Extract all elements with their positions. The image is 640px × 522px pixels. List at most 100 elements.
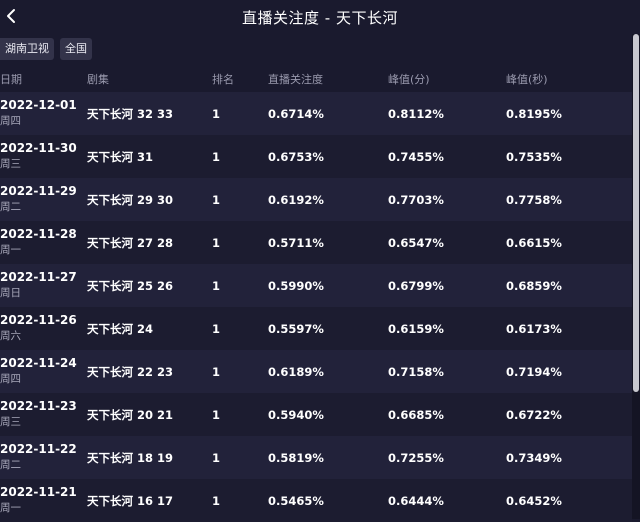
table-row[interactable]: 2022-11-22 周二 天下长河 18 19 1 0.5819% 0.7255… <box>0 436 632 479</box>
peak-minute-cell: 0.7255% <box>388 450 444 465</box>
attention-cell: 0.6189% <box>268 364 324 379</box>
weekday-text: 周日 <box>0 287 21 299</box>
date-text: 2022-11-26 <box>0 313 77 327</box>
date-text: 2022-11-22 <box>0 442 77 456</box>
chevron-left-icon <box>7 9 15 23</box>
date-text: 2022-11-23 <box>0 399 77 413</box>
weekday-text: 周二 <box>0 459 21 471</box>
date-cell: 2022-11-23 周三 <box>0 399 84 429</box>
attention-cell: 0.6753% <box>268 149 324 164</box>
rank-cell: 1 <box>212 278 221 293</box>
rank-cell: 1 <box>212 235 221 250</box>
date-cell: 2022-11-21 周一 <box>0 485 84 515</box>
peak-second-cell: 0.7535% <box>506 149 562 164</box>
weekday-text: 周三 <box>0 158 21 170</box>
date-text: 2022-11-29 <box>0 184 77 198</box>
back-button[interactable] <box>2 6 20 26</box>
show-cell: 天下长河 31 <box>87 149 154 164</box>
attention-cell: 0.5597% <box>268 321 324 336</box>
date-cell: 2022-11-27 周日 <box>0 270 84 300</box>
show-cell: 天下长河 20 21 <box>87 407 174 422</box>
rank-cell: 1 <box>212 106 221 121</box>
peak-second-cell: 0.7194% <box>506 364 562 379</box>
show-cell: 天下长河 25 26 <box>87 278 174 293</box>
table-row[interactable]: 2022-11-23 周三 天下长河 20 21 1 0.5940% 0.6685… <box>0 393 632 436</box>
header-bar: 直播关注度 - 天下长河 <box>0 0 640 34</box>
column-header-attention[interactable]: 直播关注度 <box>268 71 323 87</box>
peak-second-cell: 0.8195% <box>506 106 562 121</box>
peak-minute-cell: 0.8112% <box>388 106 444 121</box>
table-row[interactable]: 2022-12-01 周四 天下长河 32 33 1 0.6714% 0.8112… <box>0 92 632 135</box>
date-text: 2022-11-27 <box>0 270 77 284</box>
rank-cell: 1 <box>212 450 221 465</box>
filter-channel-chip[interactable]: 湖南卫视 <box>0 38 54 60</box>
show-cell: 天下长河 32 33 <box>87 106 174 121</box>
table-row[interactable]: 2022-11-28 周一 天下长河 27 28 1 0.5711% 0.6547… <box>0 221 632 264</box>
peak-second-cell: 0.6722% <box>506 407 562 422</box>
peak-minute-cell: 0.7455% <box>388 149 444 164</box>
rank-cell: 1 <box>212 149 221 164</box>
table-row[interactable]: 2022-11-21 周一 天下长河 16 17 1 0.5465% 0.6444… <box>0 479 632 522</box>
attention-cell: 0.5990% <box>268 278 324 293</box>
date-cell: 2022-11-22 周二 <box>0 442 84 472</box>
peak-second-cell: 0.6615% <box>506 235 562 250</box>
date-cell: 2022-11-26 周六 <box>0 313 84 343</box>
table-row[interactable]: 2022-11-26 周六 天下长河 24 1 0.5597% 0.6159% 0… <box>0 307 632 350</box>
rank-cell: 1 <box>212 192 221 207</box>
date-cell: 2022-12-01 周四 <box>0 98 84 128</box>
table-row[interactable]: 2022-11-27 周日 天下长河 25 26 1 0.5990% 0.6799… <box>0 264 632 307</box>
show-cell: 天下长河 29 30 <box>87 192 174 207</box>
table-row[interactable]: 2022-11-24 周四 天下长河 22 23 1 0.6189% 0.7158… <box>0 350 632 393</box>
peak-second-cell: 0.6452% <box>506 493 562 508</box>
attention-cell: 0.5711% <box>268 235 324 250</box>
show-cell: 天下长河 16 17 <box>87 493 174 508</box>
attention-cell: 0.6714% <box>268 106 324 121</box>
weekday-text: 周一 <box>0 502 21 514</box>
column-header-show[interactable]: 剧集 <box>87 71 109 87</box>
date-text: 2022-11-30 <box>0 141 77 155</box>
date-text: 2022-11-28 <box>0 227 77 241</box>
weekday-text: 周六 <box>0 330 21 342</box>
scrollbar-thumb[interactable] <box>633 34 639 392</box>
filter-bar: 湖南卫视 全国 <box>0 38 92 60</box>
date-text: 2022-12-01 <box>0 98 77 112</box>
peak-minute-cell: 0.6799% <box>388 278 444 293</box>
attention-cell: 0.6192% <box>268 192 324 207</box>
table-row[interactable]: 2022-11-30 周三 天下长河 31 1 0.6753% 0.7455% 0… <box>0 135 632 178</box>
date-cell: 2022-11-24 周四 <box>0 356 84 386</box>
peak-minute-cell: 0.6547% <box>388 235 444 250</box>
attention-cell: 0.5940% <box>268 407 324 422</box>
rank-cell: 1 <box>212 493 221 508</box>
column-header-peak-minute[interactable]: 峰值(分) <box>388 71 430 87</box>
rank-cell: 1 <box>212 321 221 336</box>
show-cell: 天下长河 18 19 <box>87 450 174 465</box>
page-title: 直播关注度 - 天下长河 <box>242 8 398 27</box>
rank-cell: 1 <box>212 364 221 379</box>
weekday-text: 周三 <box>0 416 21 428</box>
peak-minute-cell: 0.6444% <box>388 493 444 508</box>
table-header: 日期 剧集 排名 直播关注度 峰值(分) 峰值(秒) <box>0 66 632 92</box>
peak-minute-cell: 0.6685% <box>388 407 444 422</box>
date-cell: 2022-11-28 周一 <box>0 227 84 257</box>
rank-cell: 1 <box>212 407 221 422</box>
show-cell: 天下长河 24 <box>87 321 154 336</box>
column-header-rank[interactable]: 排名 <box>212 71 234 87</box>
ratings-table-body: 2022-12-01 周四 天下长河 32 33 1 0.6714% 0.8112… <box>0 92 632 522</box>
show-cell: 天下长河 27 28 <box>87 235 174 250</box>
date-text: 2022-11-24 <box>0 356 77 370</box>
peak-minute-cell: 0.7703% <box>388 192 444 207</box>
peak-second-cell: 0.6173% <box>506 321 562 336</box>
column-header-peak-second[interactable]: 峰值(秒) <box>506 71 548 87</box>
peak-minute-cell: 0.6159% <box>388 321 444 336</box>
peak-second-cell: 0.7349% <box>506 450 562 465</box>
peak-second-cell: 0.6859% <box>506 278 562 293</box>
peak-minute-cell: 0.7158% <box>388 364 444 379</box>
table-row[interactable]: 2022-11-29 周二 天下长河 29 30 1 0.6192% 0.7703… <box>0 178 632 221</box>
column-header-date[interactable]: 日期 <box>0 71 22 87</box>
attention-cell: 0.5465% <box>268 493 324 508</box>
peak-second-cell: 0.7758% <box>506 192 562 207</box>
scrollbar-track[interactable] <box>632 34 640 519</box>
filter-region-chip[interactable]: 全国 <box>60 38 92 60</box>
date-cell: 2022-11-30 周三 <box>0 141 84 171</box>
date-cell: 2022-11-29 周二 <box>0 184 84 214</box>
